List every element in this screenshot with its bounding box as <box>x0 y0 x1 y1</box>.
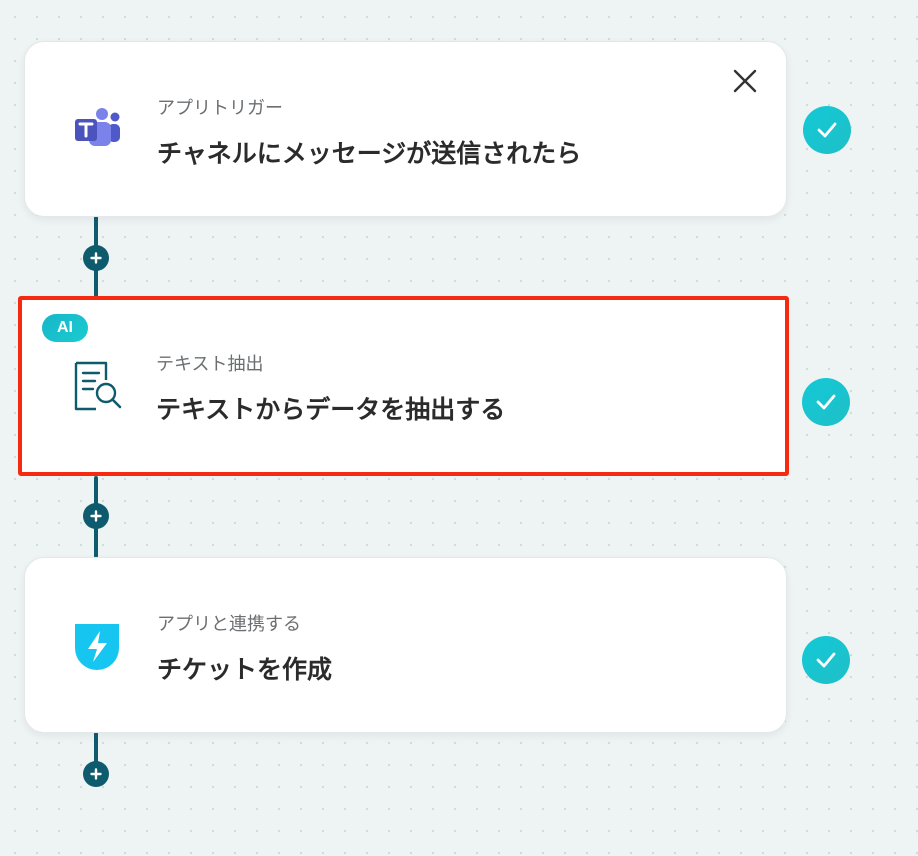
plus-icon <box>90 510 102 522</box>
step-category-label: アプリと連携する <box>157 614 301 635</box>
ai-badge: AI <box>42 314 88 342</box>
bolt-app-icon <box>69 618 125 674</box>
plus-icon <box>90 768 102 780</box>
step-completed-check-icon <box>802 378 850 426</box>
step-title: テキストからデータを抽出する <box>156 395 506 424</box>
add-step-button[interactable] <box>83 245 109 271</box>
plus-icon <box>90 252 102 264</box>
step-title: チケットを作成 <box>157 655 333 684</box>
step-completed-check-icon <box>803 106 851 154</box>
flow-step-card-app[interactable]: アプリと連携する チケットを作成 <box>24 557 787 733</box>
step-title: チャネルにメッセージが送信されたら <box>157 139 582 168</box>
flow-step-card-ai[interactable]: AI テキスト抽出 テキストからデータを抽出する <box>18 296 789 476</box>
step-category-label: テキスト抽出 <box>156 354 264 375</box>
teams-icon <box>69 102 125 158</box>
add-step-button[interactable] <box>83 761 109 787</box>
step-completed-check-icon <box>802 636 850 684</box>
document-search-icon <box>68 358 124 414</box>
flow-step-card-trigger[interactable]: アプリトリガー チャネルにメッセージが送信されたら <box>24 41 787 217</box>
close-icon[interactable] <box>732 68 758 94</box>
step-category-label: アプリトリガー <box>157 98 283 119</box>
add-step-button[interactable] <box>83 503 109 529</box>
